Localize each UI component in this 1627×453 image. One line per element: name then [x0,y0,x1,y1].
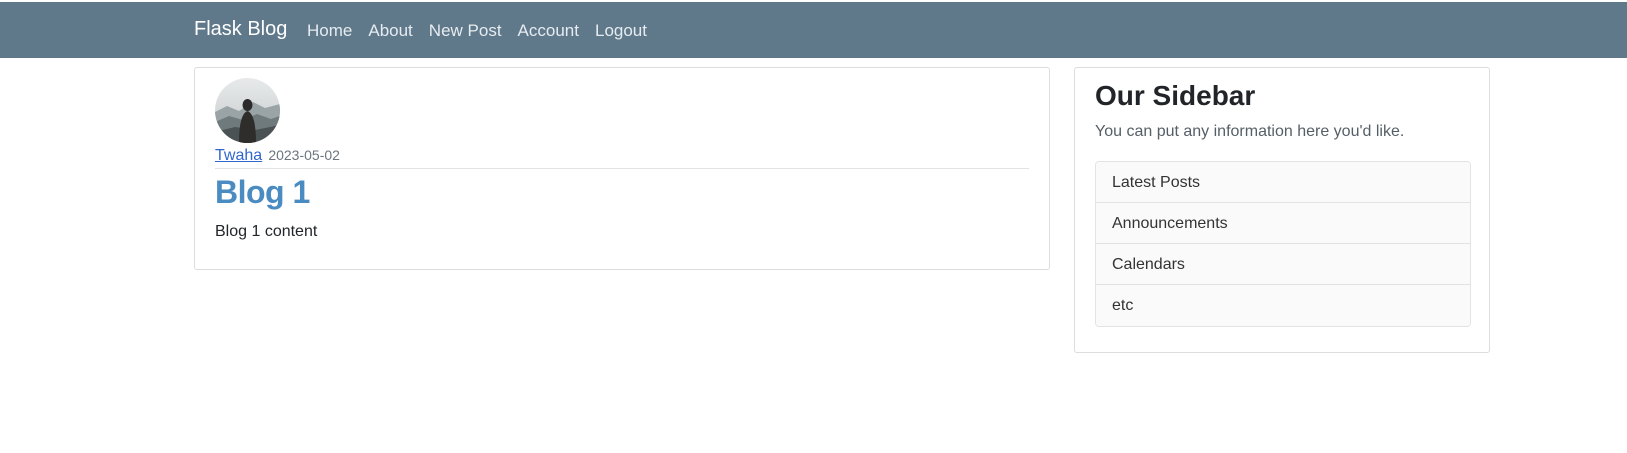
post-date: 2023-05-02 [268,147,340,163]
author-avatar [215,78,280,143]
meta-divider [215,168,1029,169]
nav-home-link[interactable]: Home [307,21,352,41]
sidebar-item-announcements[interactable]: Announcements [1096,203,1470,244]
brand-link[interactable]: Flask Blog [194,18,287,41]
nav-links: Home About New Post Account Logout [307,21,663,41]
nav-new-post-link[interactable]: New Post [429,21,502,41]
sidebar-card: Our Sidebar You can put any information … [1074,67,1490,353]
post-title-link[interactable]: Blog 1 [215,174,310,211]
sidebar-description: You can put any information here you'd l… [1095,123,1405,140]
nav-logout-link[interactable]: Logout [595,21,647,41]
post-card: Twaha 2023-05-02 Blog 1 Blog 1 content [194,67,1050,270]
post-meta: Twaha 2023-05-02 [215,147,340,165]
sidebar-item-etc[interactable]: etc [1096,285,1470,326]
sidebar-item-latest-posts[interactable]: Latest Posts [1096,162,1470,203]
sidebar-title: Our Sidebar [1095,80,1256,111]
nav-account-link[interactable]: Account [518,21,579,41]
author-link[interactable]: Twaha [215,147,262,164]
sidebar-item-calendars[interactable]: Calendars [1096,244,1470,285]
avatar-image [215,78,280,143]
top-navbar: Flask Blog Home About New Post Account L… [0,2,1627,58]
nav-about-link[interactable]: About [368,21,412,41]
post-content: Blog 1 content [215,223,318,240]
sidebar-list: Latest Posts Announcements Calendars etc [1095,161,1471,327]
